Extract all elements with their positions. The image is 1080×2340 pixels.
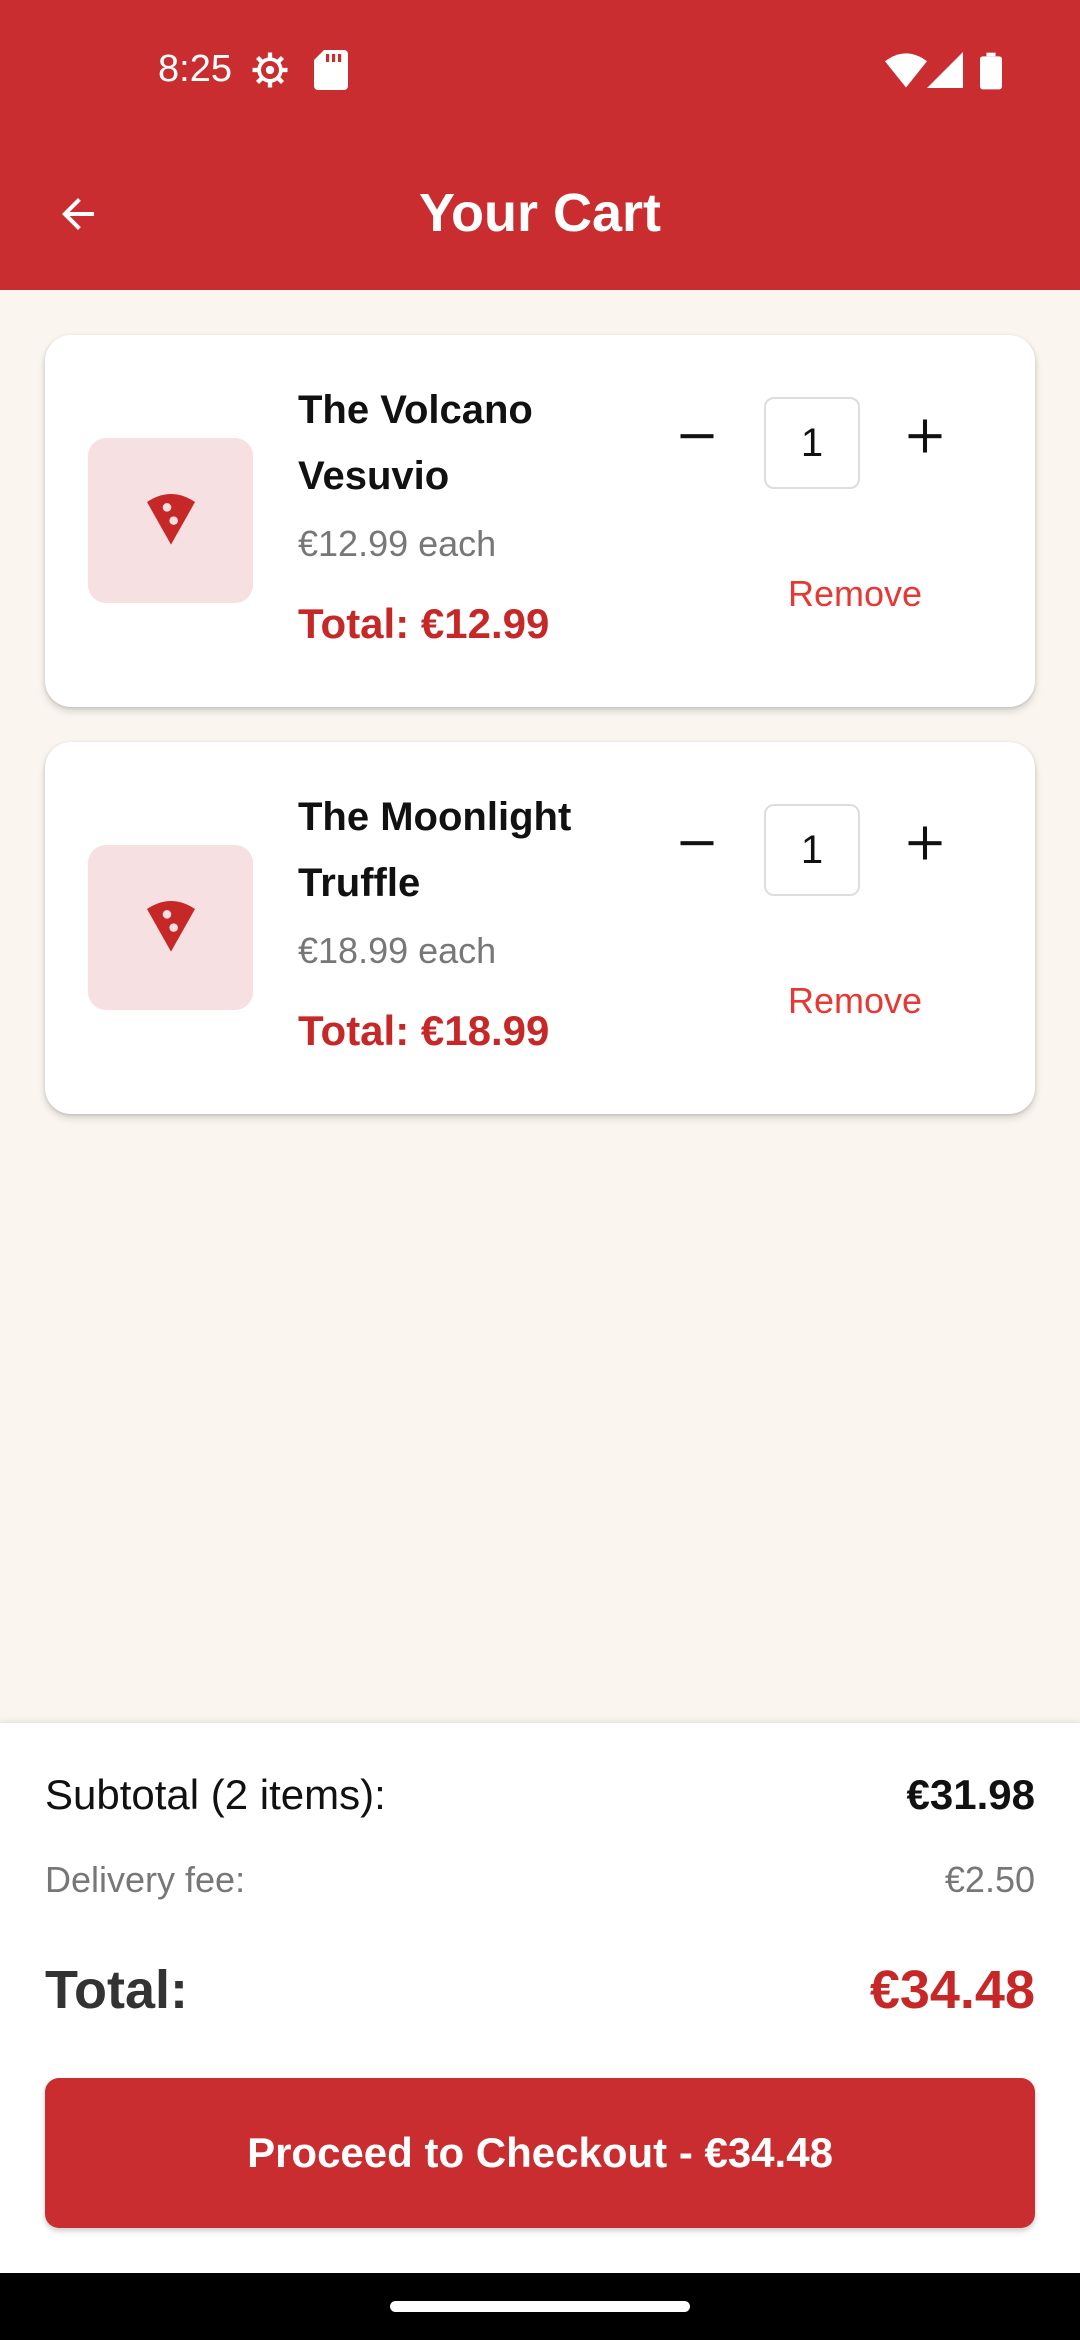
decrease-quantity-button[interactable] <box>662 810 732 880</box>
delivery-row: Delivery fee: €2.50 <box>45 1859 1035 1901</box>
total-value: €34.48 <box>869 1960 1035 2020</box>
total-label: Total: <box>45 1960 188 2020</box>
system-nav-bar <box>0 2273 1080 2340</box>
item-total: Total: €12.99 <box>298 600 550 647</box>
cart-screen: 8:25 Your Cart The Volcano Vesuvio €12.9… <box>0 0 1080 2340</box>
home-gesture-handle[interactable] <box>390 2301 690 2312</box>
signal-icon <box>927 52 963 93</box>
subtotal-value: €31.98 <box>906 1771 1035 1818</box>
increase-quantity-button[interactable] <box>890 810 960 880</box>
item-thumbnail <box>88 438 253 603</box>
item-price-each: €18.99 each <box>298 930 497 971</box>
pizza-slice-icon <box>139 486 203 555</box>
delivery-label: Delivery fee: <box>45 1859 246 1900</box>
subtotal-label: Subtotal (2 items): <box>45 1771 386 1818</box>
item-name: The Volcano Vesuvio <box>298 388 533 498</box>
minus-icon <box>675 821 719 870</box>
plus-icon <box>903 414 947 463</box>
delivery-value: €2.50 <box>944 1859 1035 1900</box>
status-time: 8:25 <box>158 48 232 90</box>
quantity-field[interactable] <box>764 804 860 896</box>
wifi-icon <box>885 52 927 93</box>
cart-item-card: The Moonlight Truffle €18.99 each Total:… <box>45 742 1035 1114</box>
minus-icon <box>675 414 719 463</box>
item-thumbnail <box>88 845 253 1010</box>
plus-icon <box>903 821 947 870</box>
checkout-button[interactable]: Proceed to Checkout - €34.48 <box>45 2078 1035 2228</box>
item-price-each: €12.99 each <box>298 523 497 564</box>
item-total: Total: €18.99 <box>298 1007 550 1054</box>
page-title: Your Cart <box>418 183 662 243</box>
order-summary: Subtotal (2 items): €31.98 Delivery fee:… <box>0 1723 1080 2273</box>
item-name: The Moonlight Truffle <box>298 795 572 905</box>
decrease-quantity-button[interactable] <box>662 403 732 473</box>
quantity-field[interactable] <box>764 397 860 489</box>
pizza-slice-icon <box>139 893 203 962</box>
cart-item-card: The Volcano Vesuvio €12.99 each Total: €… <box>45 335 1035 707</box>
gear-icon <box>250 50 290 95</box>
battery-icon <box>980 52 1002 95</box>
app-bar: Your Cart <box>0 140 1080 290</box>
total-row: Total: €34.48 <box>45 1959 1035 2021</box>
increase-quantity-button[interactable] <box>890 403 960 473</box>
remove-button[interactable]: Remove <box>705 980 1005 1022</box>
remove-button[interactable]: Remove <box>705 573 1005 615</box>
subtotal-row: Subtotal (2 items): €31.98 <box>45 1771 1035 1819</box>
status-bar: 8:25 <box>0 0 1080 140</box>
sd-card-icon <box>314 50 348 95</box>
